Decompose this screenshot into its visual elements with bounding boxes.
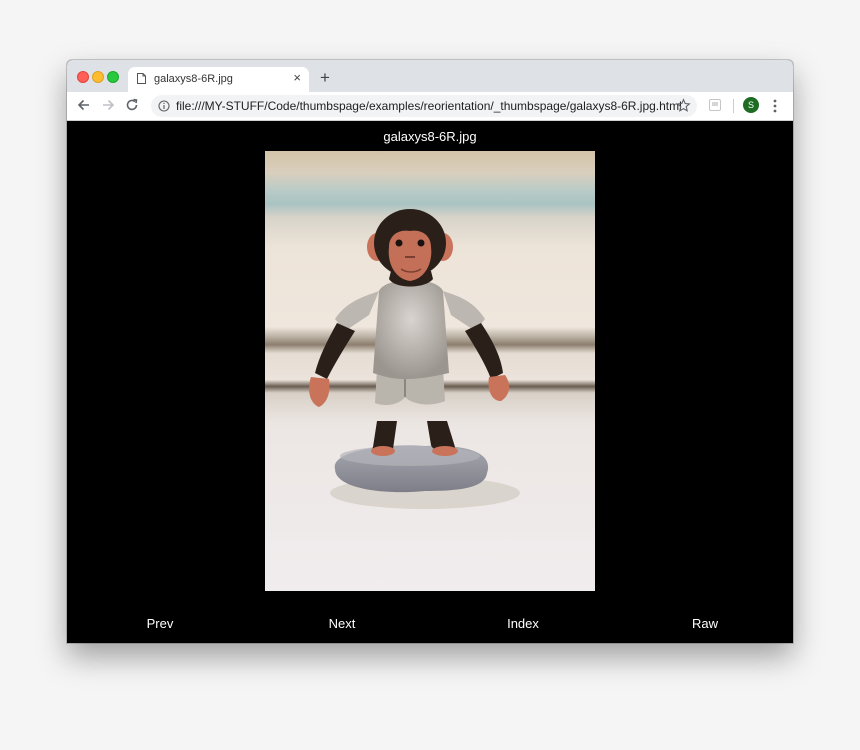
index-link[interactable]: Index — [507, 616, 539, 631]
page-icon — [137, 73, 146, 84]
raw-link[interactable]: Raw — [692, 616, 718, 631]
browser-tab[interactable]: galaxys8-6R.jpg × — [128, 67, 309, 92]
new-tab-button[interactable]: + — [320, 69, 330, 86]
page-content: galaxys8-6R.jpg Prev Next Index Raw — [67, 121, 793, 643]
tab-title: galaxys8-6R.jpg — [154, 73, 233, 85]
next-link[interactable]: Next — [329, 616, 356, 631]
chimp-figurine-photo — [265, 151, 595, 591]
url-text[interactable]: file:///MY-STUFF/Code/thumbspage/example… — [176, 99, 682, 113]
close-tab-icon[interactable]: × — [293, 71, 301, 85]
forward-arrow-icon[interactable] — [100, 97, 116, 113]
profile-avatar[interactable]: S — [743, 97, 759, 113]
minimize-window-button[interactable] — [92, 71, 104, 83]
info-icon[interactable] — [158, 100, 170, 112]
extension-icon[interactable] — [708, 98, 722, 112]
menu-icon[interactable] — [770, 98, 780, 114]
photo[interactable] — [265, 151, 595, 591]
zoom-window-button[interactable] — [107, 71, 119, 83]
page-title: galaxys8-6R.jpg — [383, 129, 477, 144]
close-window-button[interactable] — [77, 71, 89, 83]
browser-toolbar: file:///MY-STUFF/Code/thumbspage/example… — [67, 92, 793, 121]
browser-window: galaxys8-6R.jpg × + file:///MY-STUFF/Cod… — [67, 60, 793, 643]
address-bar[interactable]: file:///MY-STUFF/Code/thumbspage/example… — [151, 95, 697, 117]
star-icon[interactable] — [676, 98, 691, 113]
back-arrow-icon[interactable] — [76, 97, 92, 113]
toolbar-divider — [733, 99, 734, 113]
tab-strip: galaxys8-6R.jpg × + — [67, 60, 793, 92]
reload-icon[interactable] — [124, 97, 140, 113]
prev-link[interactable]: Prev — [147, 616, 174, 631]
